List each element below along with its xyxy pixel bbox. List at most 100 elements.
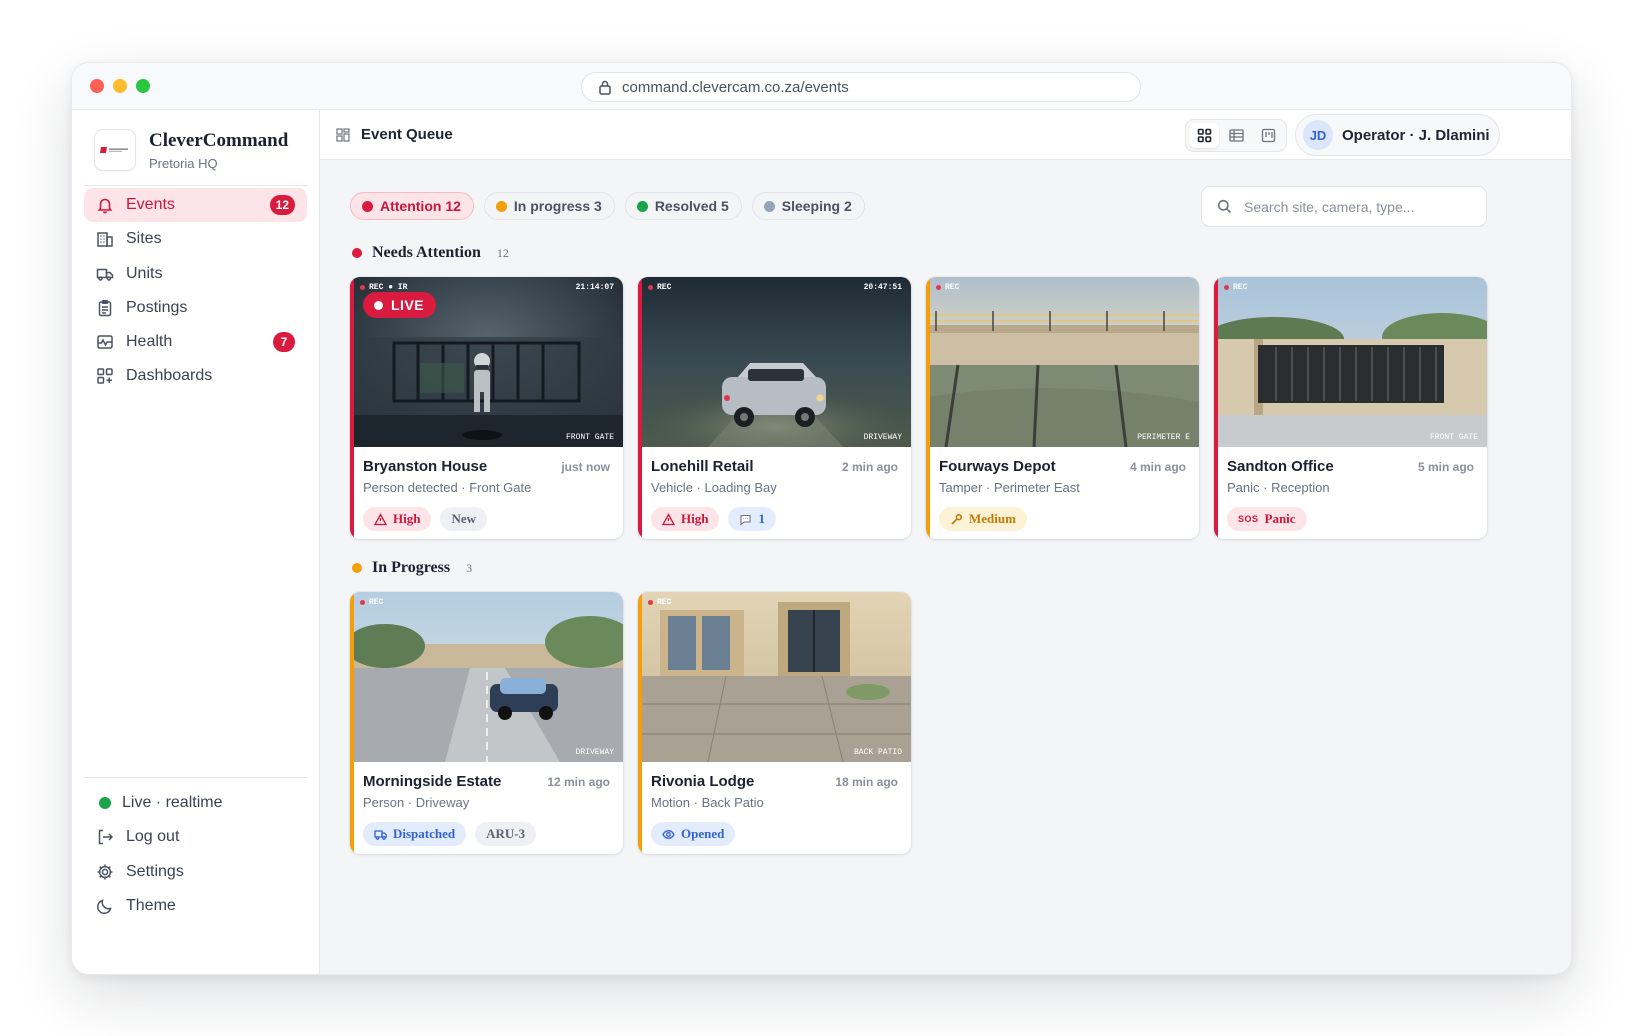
sidebar-item-health[interactable]: Health 7	[84, 325, 307, 359]
board-icon	[1261, 128, 1275, 143]
operator-name: Operator · J. Dlamini	[1342, 126, 1490, 144]
search-box	[1201, 186, 1487, 227]
close-window-button[interactable]	[90, 79, 104, 93]
camera-label: FRONT GATE	[1429, 433, 1478, 442]
browser-titlebar: command.clevercam.co.za/events	[72, 63, 1571, 110]
settings-button[interactable]: Settings	[84, 855, 307, 889]
sidebar-item-dashboards[interactable]: Dashboards	[84, 359, 307, 393]
pulse-icon	[97, 335, 113, 349]
clipboard-icon	[98, 299, 112, 317]
live-status: Live · realtime	[84, 786, 307, 820]
list-icon	[1228, 129, 1244, 142]
comment-count-tag[interactable]: 1	[728, 507, 776, 531]
search-input[interactable]	[1244, 198, 1464, 215]
priority-tag: Medium	[939, 507, 1027, 531]
event-detail: Vehicle · Loading Bay	[651, 480, 777, 495]
grid-view-button[interactable]	[1189, 123, 1219, 148]
site-name: Lonehill Retail	[651, 458, 754, 475]
camera-label: FRONT GATE	[565, 433, 614, 442]
camera-label: PERIMETER E	[1137, 433, 1190, 442]
live-badge[interactable]: LIVE	[363, 292, 437, 318]
status-dot	[495, 200, 507, 212]
brand-name: CleverCommand	[149, 129, 289, 151]
status-dot	[763, 200, 775, 212]
divider	[84, 185, 307, 186]
event-card[interactable]: REC DRIVEWAY Morningside Estate 12 min a…	[350, 592, 623, 854]
comment-icon	[740, 514, 752, 526]
sos-icon: SOS	[1238, 514, 1259, 524]
event-detail: Person · Driveway	[363, 795, 470, 810]
site-name: Sandton Office	[1227, 458, 1334, 475]
theme-button[interactable]: Theme	[84, 889, 307, 923]
camera-feed[interactable]: REC DRIVEWAY	[350, 592, 623, 762]
recording-indicator: REC	[648, 283, 671, 292]
list-view-button[interactable]	[1221, 123, 1251, 148]
opened-status-tag: Opened	[651, 822, 736, 846]
event-detail: Motion · Back Patio	[651, 795, 764, 810]
view-toggle	[1185, 119, 1287, 152]
camera-label: DRIVEWAY	[575, 748, 614, 757]
recording-indicator: REC	[936, 283, 959, 292]
logout-icon	[98, 830, 114, 845]
camera-feed[interactable]: REC ● IR 21:14:07 LIVE FRONT GATE	[350, 277, 623, 447]
logout-label: Log out	[126, 828, 180, 846]
sidebar-item-label: Dashboards	[126, 367, 213, 385]
event-time: just now	[561, 460, 610, 474]
event-time: 4 min ago	[1129, 460, 1186, 474]
camera-feed[interactable]: REC FRONT GATE	[1214, 277, 1487, 447]
map-view-button[interactable]	[1253, 123, 1283, 148]
section-title: Needs Attention	[372, 244, 481, 261]
warning-icon	[374, 512, 387, 525]
sidebar-item-label: Health	[126, 333, 173, 351]
dispatch-status-tag: Dispatched	[363, 822, 467, 846]
brand: CleverCommand Pretoria HQ	[94, 129, 288, 171]
priority-tag: SOS Panic	[1227, 507, 1307, 531]
recording-indicator: REC	[1224, 283, 1247, 292]
maximize-window-button[interactable]	[136, 79, 150, 93]
main-content: Event Queue JD Operator · J. Dlamini Att…	[320, 110, 1571, 974]
filter-attention[interactable]: Attention 12	[350, 192, 474, 220]
logout-button[interactable]: Log out	[84, 820, 307, 854]
event-card[interactable]: REC BACK PATIO Rivonia Lodge 18 min ago …	[638, 592, 911, 854]
section-count: 12	[496, 245, 509, 260]
camera-timestamp: 20:47:51	[863, 283, 902, 292]
event-card[interactable]: REC PERIMETER E Fourways Depot 4 min ago…	[926, 277, 1199, 539]
event-card[interactable]: REC ● IR 21:14:07 LIVE FRONT GATE Bryans…	[350, 277, 623, 539]
priority-accent	[1214, 277, 1218, 539]
camera-feed[interactable]: REC 20:47:51 DRIVEWAY	[638, 277, 911, 447]
divider	[84, 777, 307, 778]
sidebar-item-units[interactable]: Units	[84, 257, 307, 291]
event-time: 18 min ago	[835, 775, 898, 789]
filter-sleeping[interactable]: Sleeping 2	[751, 192, 865, 220]
section-dot	[352, 563, 362, 573]
event-card[interactable]: REC FRONT GATE Sandton Office 5 min ago …	[1214, 277, 1487, 539]
filter-resolved[interactable]: Resolved 5	[624, 192, 742, 220]
address-bar[interactable]: command.clevercam.co.za/events	[581, 72, 1141, 102]
event-card[interactable]: REC 20:47:51 DRIVEWAY Lonehill Retail 2 …	[638, 277, 911, 539]
camera-label: DRIVEWAY	[863, 433, 902, 442]
operator-menu[interactable]: JD Operator · J. Dlamini	[1295, 114, 1500, 156]
camera-feed[interactable]: REC BACK PATIO	[638, 592, 911, 762]
sidebar-item-sites[interactable]: Sites	[84, 222, 307, 256]
truck-icon	[96, 268, 114, 281]
status-dot	[636, 200, 648, 212]
priority-accent	[350, 277, 354, 539]
status-dot	[362, 200, 373, 212]
sidebar-item-label: Events	[126, 196, 175, 213]
sidebar-item-events[interactable]: Events 12	[84, 188, 307, 222]
camera-timestamp: 21:14:07	[575, 283, 614, 292]
sidebar-item-label: Postings	[126, 298, 188, 316]
priority-tag: High	[651, 507, 720, 531]
section-needs-attention: Needs Attention 12	[352, 244, 509, 262]
camera-feed[interactable]: REC PERIMETER E	[926, 277, 1199, 447]
grid-icon	[1197, 128, 1211, 143]
live-status-dot	[99, 797, 111, 809]
brand-logo	[94, 129, 136, 171]
event-time: 5 min ago	[1417, 460, 1474, 474]
minimize-window-button[interactable]	[113, 79, 127, 93]
event-time: 2 min ago	[841, 460, 898, 474]
filter-in-progress[interactable]: In progress 3	[483, 192, 615, 220]
building-icon	[97, 232, 113, 248]
recording-indicator: REC ● IR	[360, 283, 407, 292]
sidebar-item-postings[interactable]: Postings	[84, 291, 307, 325]
